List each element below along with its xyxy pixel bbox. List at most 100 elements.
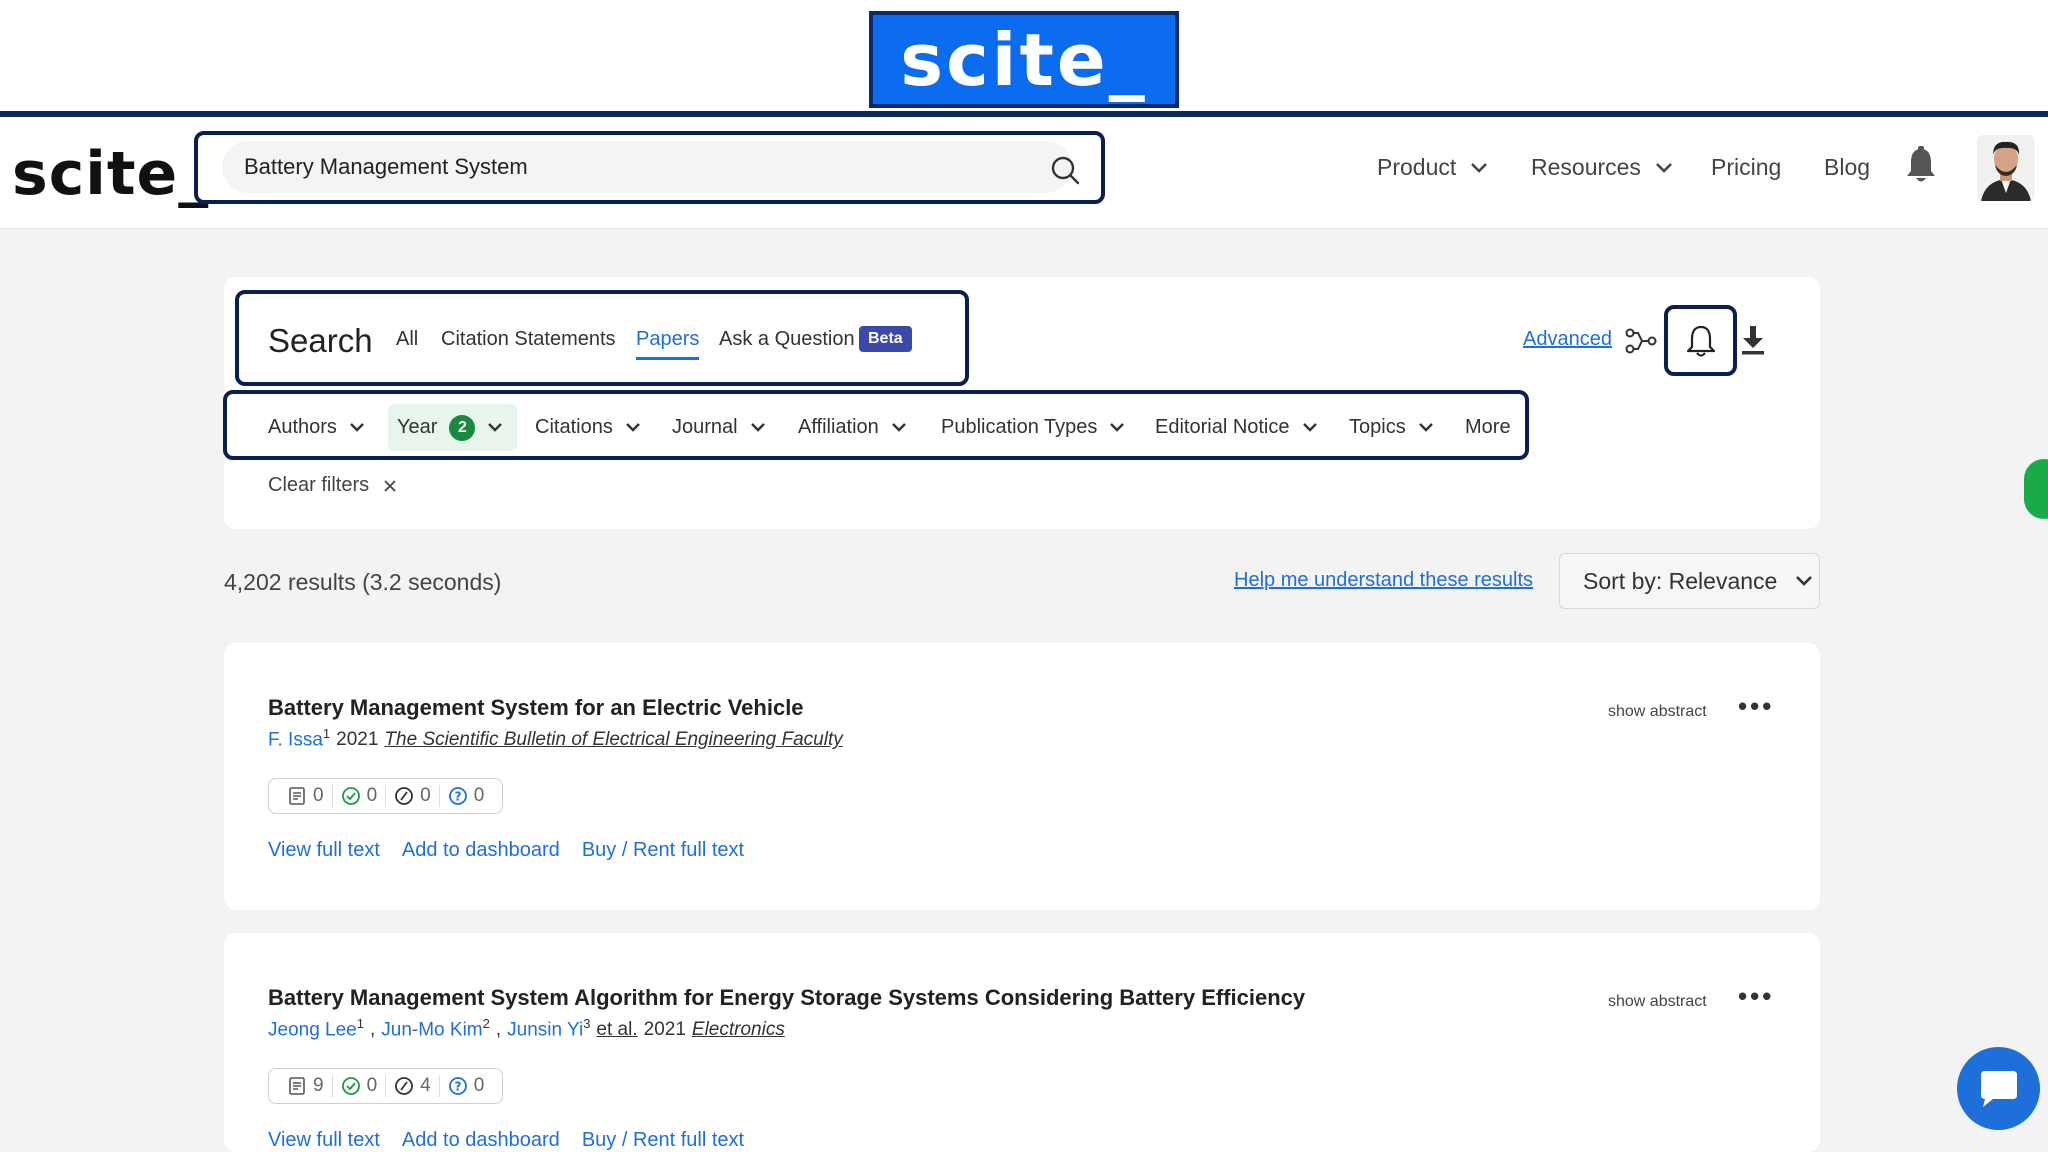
stat-value: 0 (473, 1075, 485, 1096)
nav-product[interactable]: Product (1377, 154, 1488, 181)
question-circle-icon: ? (448, 787, 467, 805)
clear-filters-button[interactable]: Clear filters (268, 474, 397, 497)
filter-year-label: Year (397, 416, 438, 438)
author-separator: , (369, 1019, 376, 1041)
user-avatar[interactable] (1977, 135, 2035, 201)
view-full-text-link[interactable]: View full text (268, 1129, 380, 1152)
filter-affiliation[interactable]: Affiliation (798, 416, 907, 439)
filter-journal[interactable]: Journal (672, 416, 766, 439)
result-title[interactable]: Battery Management System for an Electri… (268, 695, 804, 721)
result-title[interactable]: Battery Management System Algorithm for … (268, 985, 1305, 1011)
search-highlight-frame: Battery Management System (194, 131, 1105, 204)
author-name: F. Issa (268, 729, 323, 751)
stat-value: 0 (473, 785, 485, 806)
journal-link[interactable]: Electronics (692, 1019, 785, 1041)
chevron-down-icon (1656, 162, 1672, 173)
filter-year[interactable]: Year 2 (388, 404, 518, 451)
download-icon[interactable] (1741, 324, 1765, 356)
stat-value: 0 (420, 785, 431, 806)
chevron-down-icon (1418, 423, 1433, 432)
search-panel-title: Search (268, 322, 373, 359)
view-full-text-link[interactable]: View full text (268, 839, 380, 862)
filter-count-badge: 2 (449, 414, 476, 441)
author-link[interactable]: Jun-Mo Kim2 (381, 1016, 490, 1041)
chevron-down-icon (350, 423, 364, 432)
chevron-down-icon (750, 423, 765, 432)
clear-filters-label: Clear filters (268, 474, 370, 496)
add-to-dashboard-link[interactable]: Add to dashboard (402, 1129, 560, 1152)
affiliation-index: 2 (482, 1016, 490, 1031)
create-alert-button[interactable] (1664, 305, 1737, 376)
filter-authors[interactable]: Authors (268, 416, 365, 439)
stat-publications: 9 (279, 1075, 333, 1097)
publication-year: 2021 (643, 1019, 686, 1041)
author-name: Junsin Yi (507, 1019, 584, 1041)
site-logo[interactable]: scite_ (12, 139, 209, 209)
nav-resources[interactable]: Resources (1531, 154, 1673, 181)
stat-value: 0 (366, 785, 378, 806)
side-feedback-tab[interactable] (2024, 459, 2048, 519)
citation-graph-icon[interactable] (1624, 328, 1658, 354)
journal-link[interactable]: The Scientific Bulletin of Electrical En… (384, 729, 842, 751)
author-link[interactable]: F. Issa1 (268, 726, 330, 751)
bell-outline-icon (1686, 325, 1715, 357)
sort-dropdown[interactable]: Sort by: Relevance (1559, 553, 1820, 609)
tab-papers[interactable]: Papers (636, 328, 700, 360)
chevron-down-icon (1110, 423, 1125, 432)
nav-pricing[interactable]: Pricing (1711, 154, 1781, 181)
more-options-icon[interactable]: ••• (1738, 691, 1774, 722)
stat-value: 9 (313, 1075, 324, 1096)
svg-text:?: ? (454, 790, 461, 804)
show-abstract-button[interactable]: show abstract (1608, 703, 1707, 721)
show-abstract-button[interactable]: show abstract (1608, 993, 1707, 1011)
affiliation-index: 1 (356, 1016, 364, 1031)
filter-journal-label: Journal (672, 416, 738, 438)
buy-rent-link[interactable]: Buy / Rent full text (582, 839, 744, 862)
close-icon (384, 479, 396, 492)
document-icon (289, 1077, 305, 1095)
add-to-dashboard-link[interactable]: Add to dashboard (402, 839, 560, 862)
advanced-search-link[interactable]: Advanced (1523, 328, 1612, 351)
author-link[interactable]: Junsin Yi3 (507, 1016, 590, 1041)
chat-widget-button[interactable] (1957, 1047, 2040, 1130)
banner-logo-text: scite_ (873, 15, 1175, 104)
author-link[interactable]: Jeong Lee1 (268, 1016, 364, 1041)
stat-contrasting: ? 0 (440, 785, 493, 807)
search-icon[interactable] (1050, 155, 1080, 185)
filter-publication-types[interactable]: Publication Types (941, 416, 1125, 439)
beta-badge: Beta (859, 326, 912, 352)
search-input[interactable]: Battery Management System (222, 141, 1072, 193)
filter-editorial-notice[interactable]: Editorial Notice (1155, 416, 1318, 439)
filter-topics[interactable]: Topics (1349, 416, 1434, 439)
tab-ask-a-question[interactable]: Ask a Question (719, 328, 855, 351)
citation-stats[interactable]: 9 0 4 ? 0 (268, 1068, 504, 1104)
stat-value: 0 (313, 785, 324, 806)
tab-citation-statements[interactable]: Citation Statements (441, 328, 616, 351)
filter-citations[interactable]: Citations (535, 416, 641, 439)
svg-text:?: ? (454, 1080, 461, 1094)
filter-topics-label: Topics (1349, 416, 1406, 438)
notification-bell-icon[interactable] (1904, 146, 1938, 186)
result-actions: View full text Add to dashboard Buy / Re… (268, 839, 744, 862)
citation-stats[interactable]: 0 0 0 ? 0 (268, 778, 504, 814)
filter-citations-label: Citations (535, 416, 613, 438)
help-understand-results-link[interactable]: Help me understand these results (1234, 569, 1533, 592)
check-circle-icon (341, 1077, 360, 1095)
chat-icon (1980, 1070, 2017, 1107)
banner-logo: scite_ (869, 11, 1179, 108)
chevron-down-icon (1471, 162, 1488, 173)
result-actions: View full text Add to dashboard Buy / Re… (268, 1129, 744, 1152)
nav-resources-label: Resources (1531, 154, 1641, 180)
chevron-down-icon (488, 423, 503, 432)
nav-blog[interactable]: Blog (1824, 154, 1870, 181)
tab-all[interactable]: All (396, 328, 418, 351)
filter-more[interactable]: More (1465, 416, 1511, 439)
stat-publications: 0 (279, 785, 333, 807)
author-separator: , (495, 1019, 502, 1041)
site-header: scite_ Battery Management System Product… (0, 117, 2048, 229)
buy-rent-link[interactable]: Buy / Rent full text (582, 1129, 744, 1152)
more-options-icon[interactable]: ••• (1738, 981, 1774, 1012)
result-meta: F. Issa1 2021 The Scientific Bulletin of… (268, 726, 843, 751)
stat-mentioning: 0 (386, 785, 440, 807)
et-al-link[interactable]: et al. (596, 1019, 637, 1041)
